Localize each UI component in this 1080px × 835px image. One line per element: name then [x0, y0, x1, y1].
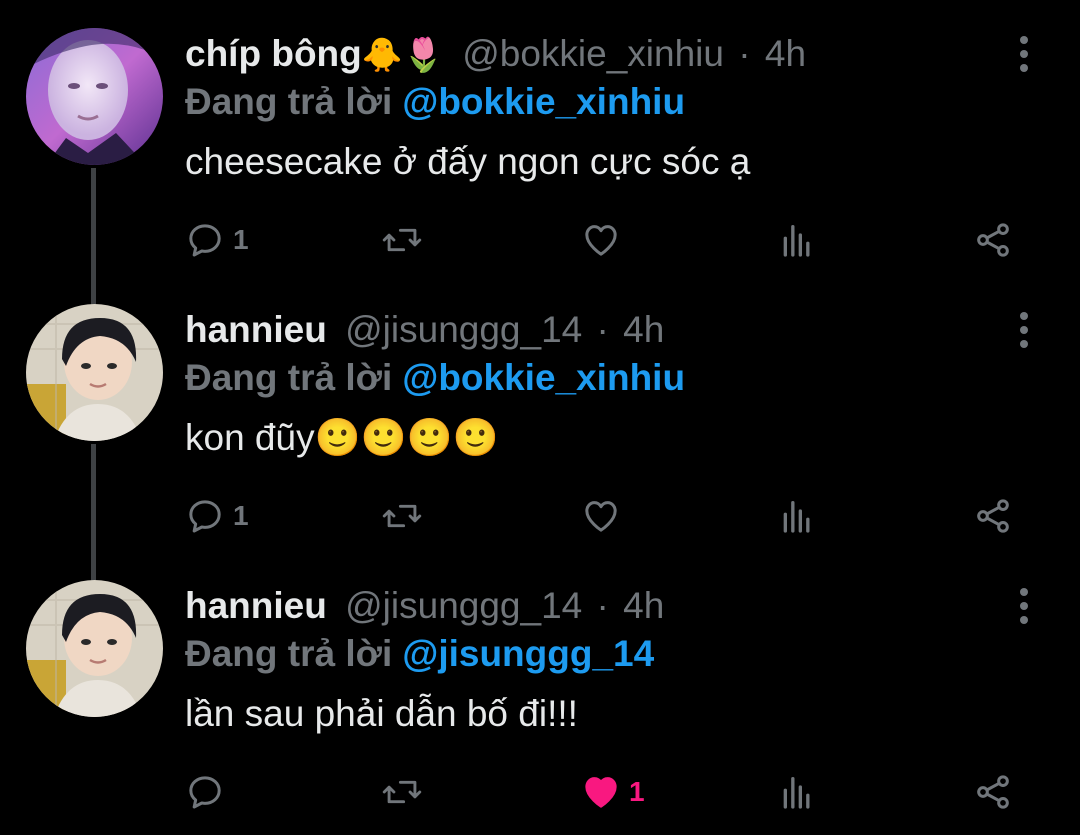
views-button[interactable]	[777, 764, 817, 820]
avatar[interactable]	[26, 28, 163, 165]
replying-to-label: Đang trả lời	[185, 357, 393, 398]
share-button[interactable]	[973, 764, 1013, 820]
reply-button[interactable]	[185, 764, 233, 820]
user-handle[interactable]: @jisunggg_14	[345, 585, 582, 626]
heart-icon	[585, 501, 617, 532]
retweet-icon	[382, 228, 422, 252]
retweet-button[interactable]	[381, 764, 423, 820]
like-button[interactable]: 1	[581, 764, 645, 820]
timestamp[interactable]: 4h	[623, 309, 664, 350]
separator-dot: ·	[596, 585, 609, 626]
reply-button[interactable]: 1	[185, 212, 249, 268]
share-icon	[977, 775, 1009, 809]
replying-to-handle[interactable]: @bokkie_xinhiu	[402, 81, 685, 122]
timestamp[interactable]: 4h	[623, 585, 664, 626]
tweet-text: kon đũy🙂🙂🙂🙂	[185, 417, 499, 458]
avatar-image-masked-face	[26, 28, 163, 165]
replying-to: Đang trả lời @jisunggg_14	[185, 630, 654, 678]
reply-count: 1	[233, 224, 249, 255]
replying-to-label: Đang trả lời	[185, 81, 393, 122]
replying-to: Đang trả lời @bokkie_xinhiu	[185, 354, 685, 402]
more-options-icon[interactable]	[1012, 588, 1036, 624]
share-button[interactable]	[973, 488, 1013, 544]
retweet-button[interactable]	[381, 212, 423, 268]
tweet-text: cheesecake ở đấy ngon cực sóc ạ	[185, 141, 751, 182]
tweet[interactable]: hannieu @jisunggg_14 · 4h Đang trả lời @b…	[0, 276, 1080, 552]
timestamp[interactable]: 4h	[765, 33, 806, 74]
tweet-actions: 1	[185, 764, 1015, 820]
reply-thread: chíp bông🐥🌷 @bokkie_xinhiu · 4h Đang trả…	[0, 0, 1080, 835]
replying-to-label: Đang trả lời	[185, 633, 393, 674]
like-button[interactable]	[581, 488, 629, 544]
reply-count: 1	[233, 500, 249, 531]
avatar[interactable]	[26, 580, 163, 717]
user-handle[interactable]: @bokkie_xinhiu	[462, 33, 724, 74]
user-handle[interactable]: @jisunggg_14	[345, 309, 582, 350]
replying-to-handle[interactable]: @bokkie_xinhiu	[402, 357, 685, 398]
reply-icon	[189, 776, 221, 809]
analytics-icon	[783, 225, 810, 257]
like-count: 1	[629, 776, 645, 807]
tweet-actions: 1	[185, 212, 1015, 268]
retweet-icon	[382, 504, 422, 528]
separator-dot: ·	[596, 309, 609, 350]
views-button[interactable]	[777, 488, 817, 544]
replying-to-handle[interactable]: @jisunggg_14	[402, 633, 654, 674]
share-button[interactable]	[973, 212, 1013, 268]
tweet-header: chíp bông🐥🌷 @bokkie_xinhiu · 4h	[185, 30, 990, 78]
display-name[interactable]: hannieu	[185, 309, 327, 350]
more-options-icon[interactable]	[1012, 36, 1036, 72]
replying-to: Đang trả lời @bokkie_xinhiu	[185, 78, 685, 126]
tweet-header: hannieu @jisunggg_14 · 4h	[185, 306, 990, 354]
reply-icon	[189, 224, 221, 257]
display-name-emoji: 🐥🌷	[361, 36, 444, 73]
retweet-button[interactable]	[381, 488, 423, 544]
analytics-icon	[783, 777, 810, 809]
tweet-text: lần sau phải dẫn bố đi!!!	[185, 693, 578, 734]
views-button[interactable]	[777, 212, 817, 268]
avatar[interactable]	[26, 304, 163, 441]
avatar-image-boy	[26, 304, 163, 441]
like-button[interactable]	[581, 212, 629, 268]
tweet[interactable]: chíp bông🐥🌷 @bokkie_xinhiu · 4h Đang trả…	[0, 0, 1080, 276]
reply-button[interactable]: 1	[185, 488, 249, 544]
retweet-icon	[382, 780, 422, 804]
more-options-icon[interactable]	[1012, 312, 1036, 348]
tweet[interactable]: hannieu @jisunggg_14 · 4h Đang trả lời @j…	[0, 552, 1080, 828]
share-icon	[977, 499, 1009, 533]
analytics-icon	[783, 501, 810, 533]
reply-icon	[189, 500, 221, 533]
heart-filled-icon	[585, 777, 617, 808]
heart-icon	[585, 225, 617, 256]
share-icon	[977, 223, 1009, 257]
tweet-actions: 1	[185, 488, 1015, 544]
tweet-header: hannieu @jisunggg_14 · 4h	[185, 582, 990, 630]
separator-dot: ·	[738, 33, 751, 74]
display-name[interactable]: hannieu	[185, 585, 327, 626]
display-name[interactable]: chíp bông	[185, 33, 362, 74]
avatar-image-boy	[26, 580, 163, 717]
